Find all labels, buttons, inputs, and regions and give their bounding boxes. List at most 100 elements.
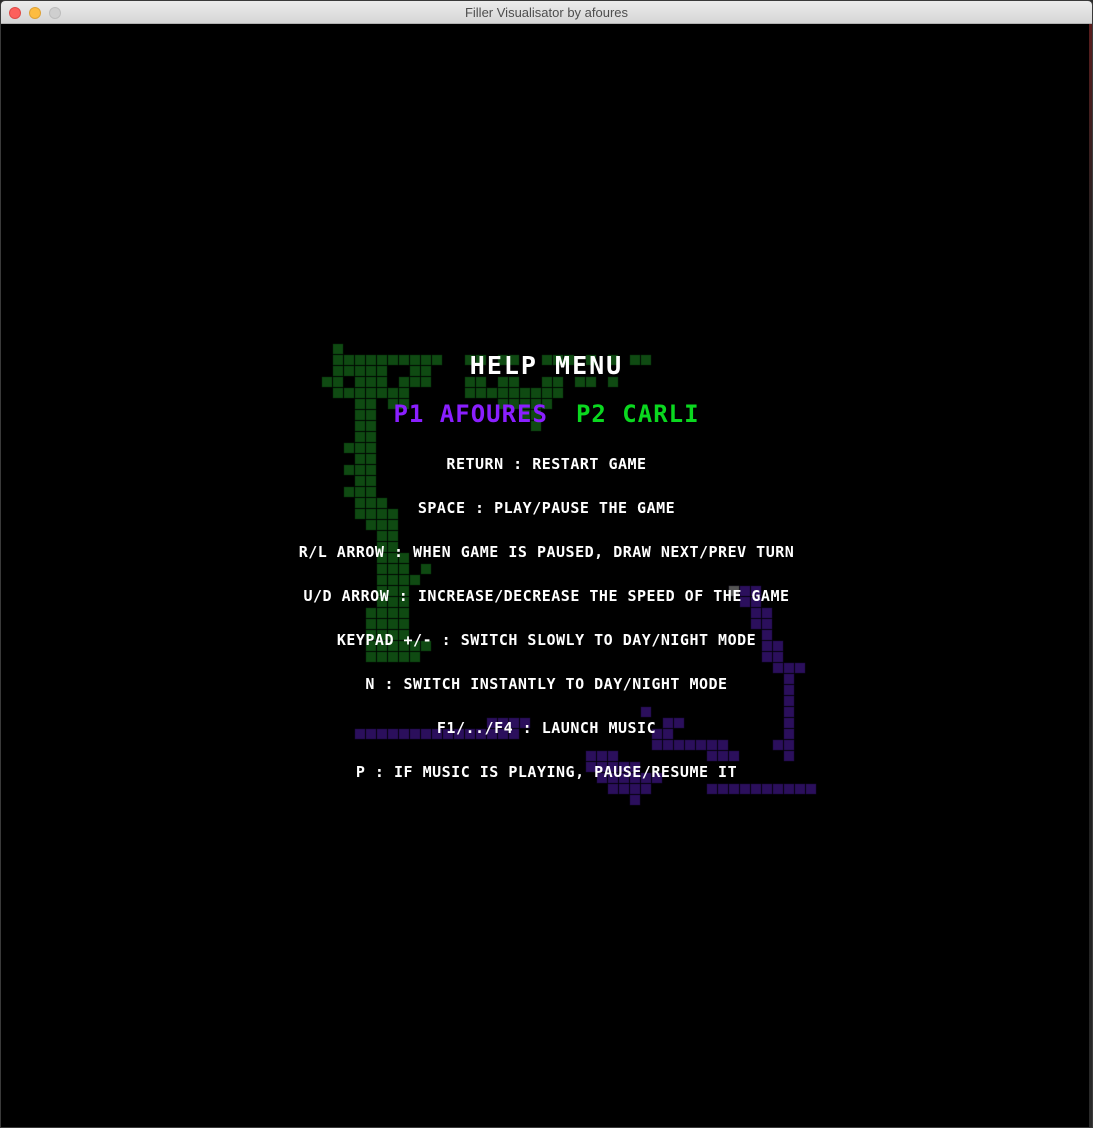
player1-cell (772, 783, 784, 795)
player2-cell (398, 563, 410, 575)
player2-cell (409, 651, 421, 663)
player1-name: P1 AFOURES (393, 400, 548, 428)
player1-cell (750, 783, 762, 795)
player1-cell (662, 739, 674, 751)
player1-cell (673, 739, 685, 751)
player2-cell (420, 563, 432, 575)
player2-cell (519, 387, 531, 399)
player1-cell (783, 739, 795, 751)
player2-cell (387, 574, 399, 586)
player1-cell (783, 662, 795, 674)
player2-cell (365, 607, 377, 619)
player1-cell (717, 783, 729, 795)
player2-cell (541, 387, 553, 399)
player2-cell (387, 607, 399, 619)
player2-cell (376, 607, 388, 619)
help-line-n: N : SWITCH INSTANTLY TO DAY/NIGHT MODE (365, 675, 728, 693)
player1-cell (706, 783, 718, 795)
player2-cell (409, 574, 421, 586)
players-row: P1 AFOURES P2 CARLI (1, 400, 1092, 428)
player2-cell (365, 651, 377, 663)
player1-cell (794, 662, 806, 674)
player2-cell (365, 618, 377, 630)
help-line-pause-music: P : IF MUSIC IS PLAYING, PAUSE/RESUME IT (355, 763, 738, 781)
player2-cell (376, 618, 388, 630)
player2-cell (552, 387, 564, 399)
player2-name: P2 CARLI (575, 400, 700, 428)
help-line-keypad: KEYPAD +/- : SWITCH SLOWLY TO DAY/NIGHT … (336, 631, 757, 649)
filler-board (321, 343, 817, 806)
player2-cell (387, 563, 399, 575)
help-line-ud-arrow: U/D ARROW : INCREASE/DECREASE THE SPEED … (303, 587, 790, 605)
player1-cell (750, 618, 762, 630)
player2-cell (365, 431, 377, 443)
player2-cell (376, 530, 388, 542)
player1-cell (772, 739, 784, 751)
player1-cell (717, 739, 729, 751)
player2-cell (475, 387, 487, 399)
player2-cell (530, 387, 542, 399)
player2-cell (343, 442, 355, 454)
player2-cell (365, 442, 377, 454)
player2-cell (398, 618, 410, 630)
player2-cell (376, 387, 388, 399)
player1-cell (794, 783, 806, 795)
window-edge (1089, 24, 1092, 1127)
player2-cell (398, 607, 410, 619)
player2-cell (497, 387, 509, 399)
player2-cell (376, 563, 388, 575)
player1-cell (761, 618, 773, 630)
player1-cell (750, 607, 762, 619)
player1-cell (607, 783, 619, 795)
player2-cell (508, 387, 520, 399)
player2-cell (365, 519, 377, 531)
player1-cell (596, 750, 608, 762)
player1-cell (640, 783, 652, 795)
player1-cell (739, 783, 751, 795)
player2-cell (365, 486, 377, 498)
player2-cell (387, 651, 399, 663)
player2-cell (486, 387, 498, 399)
player1-cell (761, 651, 773, 663)
help-menu-title: HELP MENU (469, 351, 624, 380)
player2-cell (398, 574, 410, 586)
player1-cell (717, 750, 729, 762)
title-bar[interactable]: Filler Visualisator by afoures (1, 1, 1092, 24)
player1-cell (783, 783, 795, 795)
help-line-rl-arrow: R/L ARROW : WHEN GAME IS PAUSED, DRAW NE… (298, 543, 795, 561)
player1-cell (761, 607, 773, 619)
player1-cell (772, 651, 784, 663)
player1-cell (585, 750, 597, 762)
player1-cell (783, 750, 795, 762)
player2-cell (354, 431, 366, 443)
player1-cell (706, 739, 718, 751)
player2-cell (354, 486, 366, 498)
help-line-music: F1/../F4 : LAUNCH MUSIC (436, 719, 657, 737)
player1-cell (695, 739, 707, 751)
player1-cell (684, 739, 696, 751)
player1-cell (783, 706, 795, 718)
player2-cell (354, 442, 366, 454)
player2-cell (354, 387, 366, 399)
player1-cell (783, 695, 795, 707)
player1-cell (761, 783, 773, 795)
player2-cell (387, 387, 399, 399)
window-title: Filler Visualisator by afoures (464, 5, 629, 20)
help-line-space: SPACE : PLAY/PAUSE THE GAME (417, 499, 676, 517)
player2-cell (387, 530, 399, 542)
player2-cell (343, 486, 355, 498)
player2-cell (343, 387, 355, 399)
player1-cell (805, 783, 817, 795)
player2-cell (376, 574, 388, 586)
player1-cell (618, 783, 630, 795)
player2-cell (464, 387, 476, 399)
player2-cell (365, 387, 377, 399)
player1-cell (728, 750, 740, 762)
player2-cell (387, 519, 399, 531)
game-canvas[interactable]: HELP MENU P1 AFOURES P2 CARLI RETURN : RE… (1, 24, 1092, 1127)
player1-cell (706, 750, 718, 762)
player2-cell (398, 651, 410, 663)
player2-cell (387, 618, 399, 630)
player1-cell (772, 662, 784, 674)
help-line-return: RETURN : RESTART GAME (446, 455, 647, 473)
